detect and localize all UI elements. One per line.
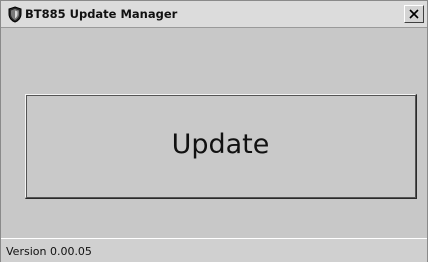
main-panel: Update: [1, 28, 427, 238]
update-manager-window: BT885 Update Manager Update Version 0.00…: [0, 0, 428, 262]
update-button-label: Update: [171, 129, 270, 160]
update-button[interactable]: Update: [25, 94, 417, 199]
version-label: Version 0.00.05: [6, 245, 92, 258]
shield-icon: [7, 6, 23, 23]
close-button[interactable]: [404, 5, 424, 23]
status-bar: Version 0.00.05: [1, 238, 427, 262]
window-title: BT885 Update Manager: [25, 7, 178, 21]
title-bar[interactable]: BT885 Update Manager: [1, 1, 427, 28]
